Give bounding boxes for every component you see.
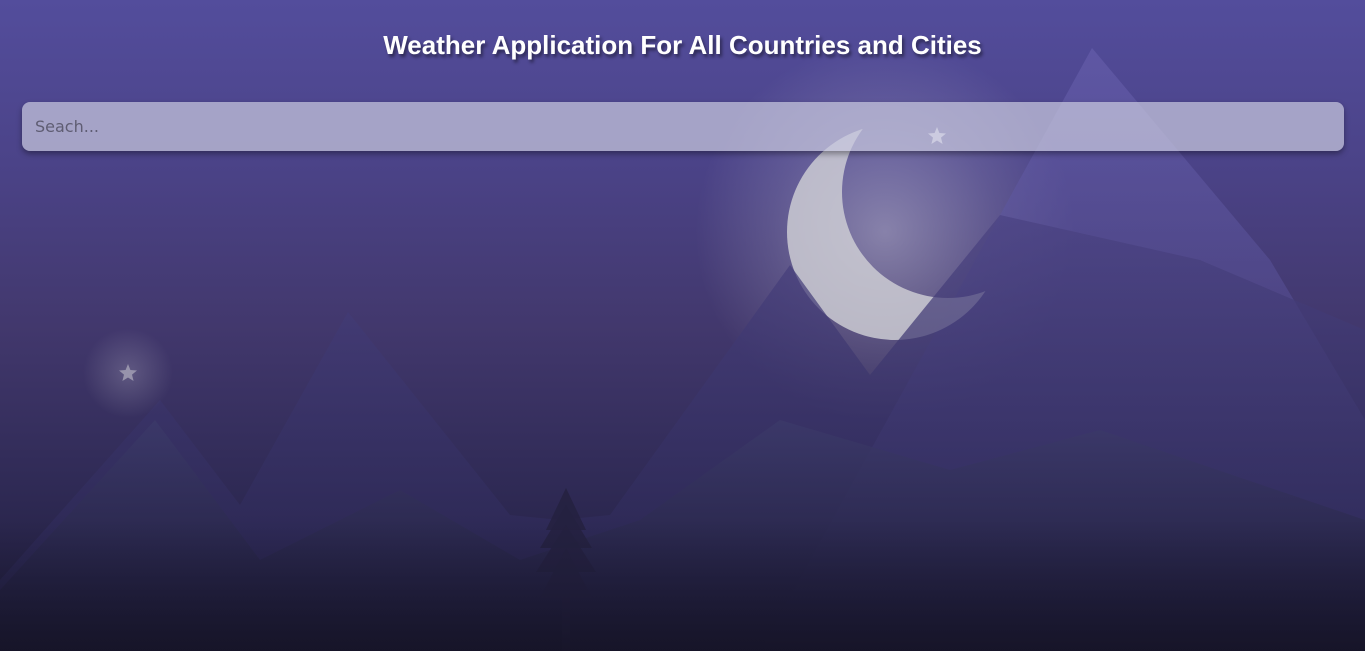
page-title: Weather Application For All Countries an… bbox=[383, 30, 982, 60]
ground-shade bbox=[0, 520, 1365, 651]
search-bar bbox=[22, 102, 1344, 151]
night-landscape-background bbox=[0, 42, 1365, 651]
search-input[interactable] bbox=[22, 102, 1344, 151]
